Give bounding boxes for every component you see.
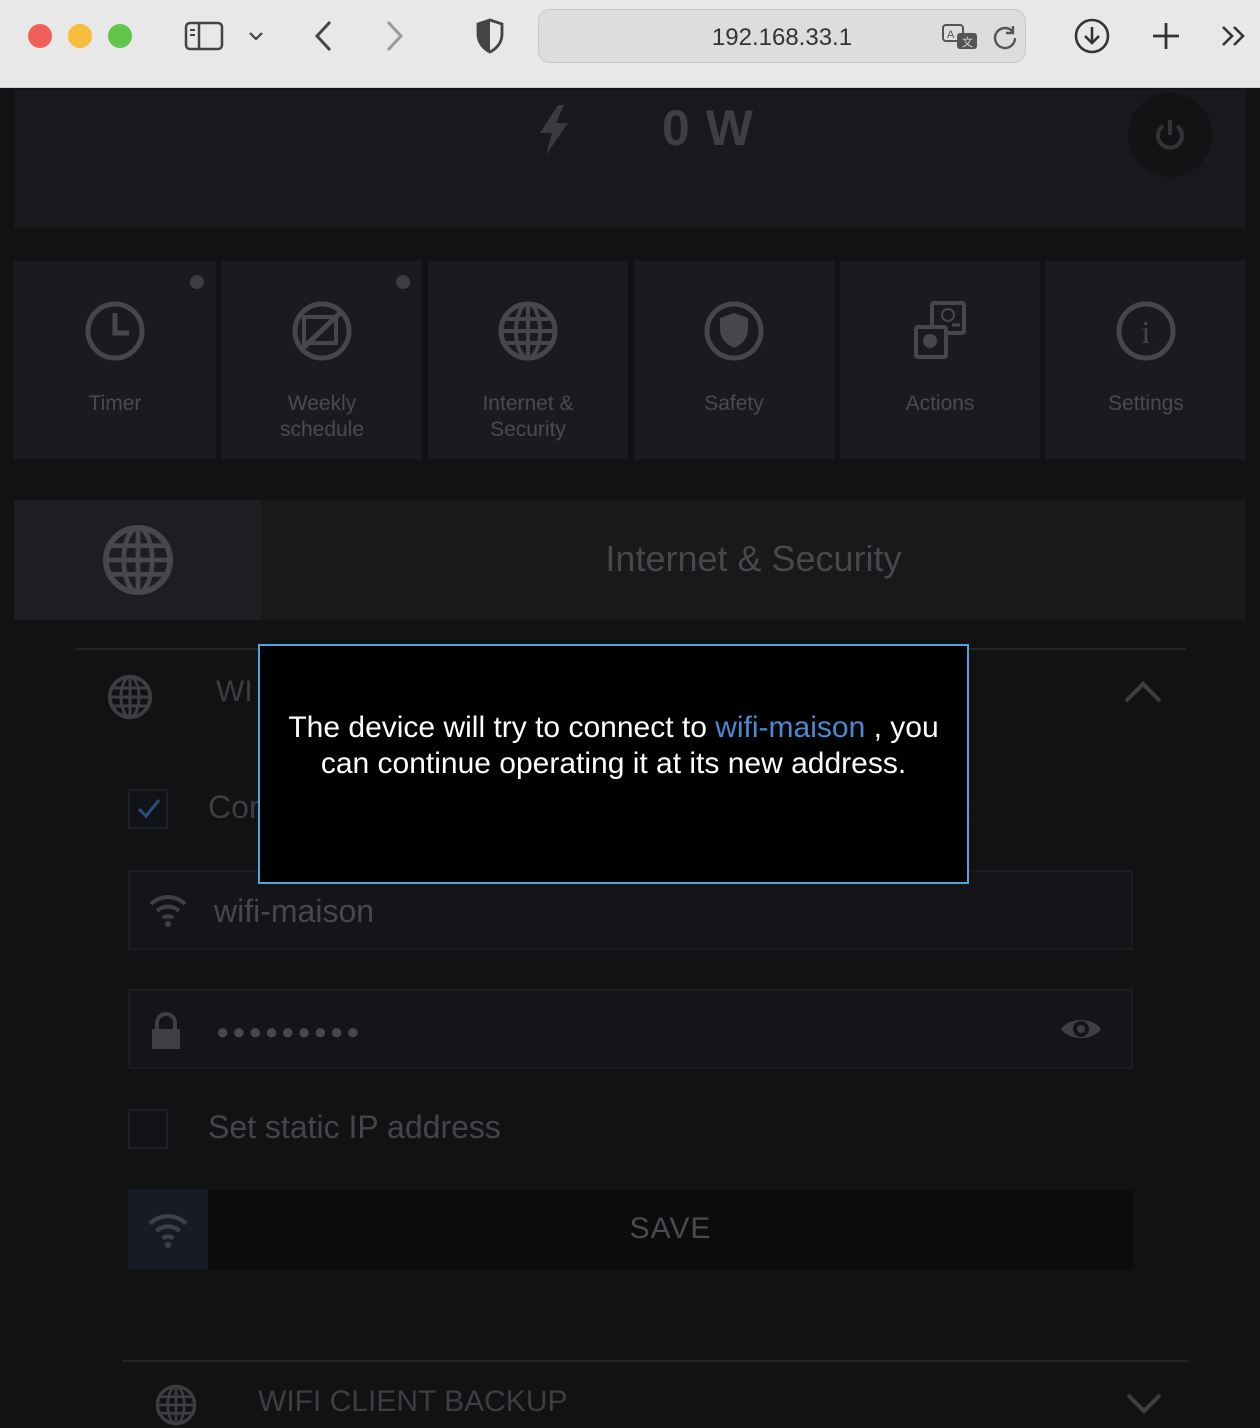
chevron-down-icon[interactable] <box>1124 1391 1164 1420</box>
tile-weekly-schedule[interactable]: Weekly schedule <box>222 261 422 459</box>
globe-icon <box>14 500 261 620</box>
lock-icon <box>148 1011 184 1056</box>
connect-checkbox[interactable] <box>128 789 168 829</box>
power-icon <box>1156 120 1184 150</box>
reload-icon[interactable] <box>991 23 1019 56</box>
ssid-value: wifi-maison <box>214 893 375 929</box>
address-bar[interactable]: 192.168.33.1 A文 <box>538 9 1026 63</box>
forward-icon[interactable] <box>374 14 414 58</box>
shield-icon <box>634 299 834 363</box>
zoom-window-button[interactable] <box>108 24 132 48</box>
minimize-window-button[interactable] <box>68 24 92 48</box>
section-title: Internet & Security <box>605 538 902 579</box>
actions-icon <box>840 299 1040 363</box>
close-window-button[interactable] <box>28 24 52 48</box>
checkmark-icon <box>137 799 161 819</box>
chevron-up-icon[interactable] <box>1122 679 1164 710</box>
eye-icon[interactable] <box>1059 1015 1103 1048</box>
save-label: SAVE <box>629 1212 712 1245</box>
tile-timer[interactable]: Timer <box>14 261 216 459</box>
info-icon: i <box>1046 299 1246 363</box>
save-button[interactable]: SAVE <box>128 1190 1133 1270</box>
tile-label: Weekly schedule <box>279 392 365 441</box>
privacy-shield-icon[interactable] <box>468 14 512 58</box>
tile-actions[interactable]: Actions <box>840 261 1040 459</box>
static-ip-label: Set static IP address <box>208 1109 501 1145</box>
tile-label: Internet & Security <box>482 392 574 441</box>
sidebar-toggle-icon[interactable] <box>180 14 228 58</box>
browser-toolbar: 192.168.33.1 A文 <box>0 0 1260 88</box>
svg-text:文: 文 <box>962 35 973 49</box>
tile-safety[interactable]: Safety <box>634 261 834 459</box>
calendar-off-icon <box>222 299 422 363</box>
backup-panel-title[interactable]: WIFI CLIENT BACKUP <box>258 1385 568 1419</box>
tile-internet-security[interactable]: Internet & Security <box>428 261 628 459</box>
wifi-icon <box>128 1190 208 1270</box>
translate-icon[interactable]: A文 <box>941 23 979 56</box>
wifi-panel-title[interactable]: WI <box>216 675 253 709</box>
status-dot <box>190 275 204 289</box>
tile-label: Actions <box>905 392 975 415</box>
static-ip-checkbox[interactable] <box>128 1109 168 1149</box>
new-tab-icon[interactable] <box>1144 14 1188 58</box>
power-reading: 0 W <box>662 100 754 156</box>
dialog-text-before: The device will try to connect to <box>288 711 716 744</box>
status-dot <box>396 275 410 289</box>
dialog-message: The device will try to connect to wifi-m… <box>280 710 947 782</box>
wifi-icon <box>148 892 188 933</box>
clock-icon <box>14 299 216 363</box>
divider <box>122 1360 1188 1362</box>
tile-settings[interactable]: i Settings <box>1046 261 1246 459</box>
svg-text:A: A <box>947 29 955 41</box>
ssid-link[interactable]: wifi-maison <box>715 711 865 744</box>
tile-label: Safety <box>704 392 764 415</box>
globe-icon <box>154 1383 198 1428</box>
more-tabs-icon[interactable] <box>1214 14 1254 58</box>
chevron-down-icon[interactable] <box>242 14 270 58</box>
tile-label: Timer <box>88 392 142 415</box>
feature-tiles: Timer Weekly schedule Internet & Securit… <box>14 261 1246 459</box>
password-field[interactable]: ●●●●●●●●● <box>128 989 1133 1069</box>
password-value: ●●●●●●●●● <box>216 1019 363 1044</box>
connect-checkbox-label: Cor <box>208 789 260 825</box>
tile-label: Settings <box>1108 392 1184 415</box>
globe-icon <box>428 299 628 363</box>
downloads-icon[interactable] <box>1070 14 1114 58</box>
connect-notification-dialog[interactable]: The device will try to connect to wifi-m… <box>258 644 969 884</box>
lightning-icon <box>534 103 574 162</box>
power-panel: 0 W <box>14 89 1246 228</box>
globe-icon <box>106 673 154 726</box>
section-header: Internet & Security <box>14 500 1246 620</box>
back-icon[interactable] <box>304 14 344 58</box>
svg-text:i: i <box>1142 314 1151 350</box>
power-toggle-button[interactable] <box>1128 93 1212 177</box>
